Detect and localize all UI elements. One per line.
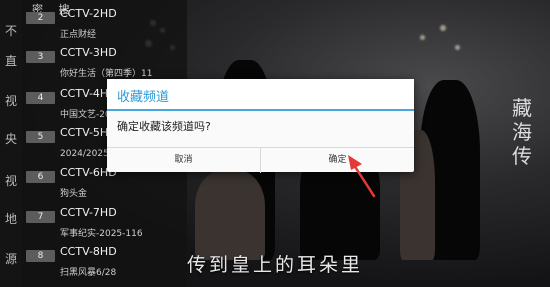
category-item[interactable]: 视 (2, 92, 20, 109)
red-arrow-icon (348, 155, 376, 198)
channel-program: 军事纪实-2025-116 (60, 229, 143, 239)
cancel-button[interactable]: 取消 (107, 148, 260, 173)
channel-name: CCTV-7HD (60, 206, 117, 219)
channel-name: CCTV-2HD (60, 7, 117, 20)
channel-number-badge: 6 (26, 171, 55, 183)
channel-number-badge: 3 (26, 51, 55, 63)
category-item[interactable]: 视 (2, 172, 20, 189)
channel-row[interactable]: 8 CCTV-8HD 扫黑风暴6/28 (22, 243, 187, 283)
channel-number-badge: 2 (26, 12, 55, 24)
channel-program: 狗头金 (60, 189, 88, 199)
channel-number-badge: 5 (26, 131, 55, 143)
channel-program: 扫黑风暴6/28 (60, 268, 117, 278)
dialog-title-divider (107, 109, 414, 111)
category-item[interactable]: 源 (2, 250, 20, 267)
category-item[interactable]: 不 (2, 22, 20, 39)
dialog-title-bar: 收藏频道 (107, 79, 414, 109)
video-logo-calligraphy: 藏海传 (512, 96, 532, 168)
channel-row[interactable]: 7 CCTV-7HD 军事纪实-2025-116 (22, 204, 187, 244)
category-item[interactable]: 直 (2, 52, 20, 69)
confirm-button[interactable]: 确定 (261, 148, 414, 173)
channel-name: CCTV-3HD (60, 46, 117, 59)
channel-row[interactable]: 3 CCTV-3HD 你好生活（第四季）11 (22, 44, 187, 84)
channel-number-badge: 7 (26, 211, 55, 223)
channel-number-badge: 4 (26, 92, 55, 104)
dialog-message: 确定收藏该频道吗? (117, 120, 211, 133)
dialog-title: 收藏频道 (117, 90, 170, 105)
channel-program: 你好生活（第四季）11 (60, 69, 153, 79)
channel-number-badge: 8 (26, 250, 55, 262)
category-item[interactable]: 央 (2, 130, 20, 147)
channel-row[interactable]: 2 CCTV-2HD 正点财经 (22, 5, 187, 45)
channel-program: 正点财经 (60, 30, 97, 40)
channel-name: CCTV-8HD (60, 245, 117, 258)
category-item[interactable]: 地 (2, 210, 20, 227)
category-strip: 不 直 视 央 视 地 源 (0, 0, 22, 287)
